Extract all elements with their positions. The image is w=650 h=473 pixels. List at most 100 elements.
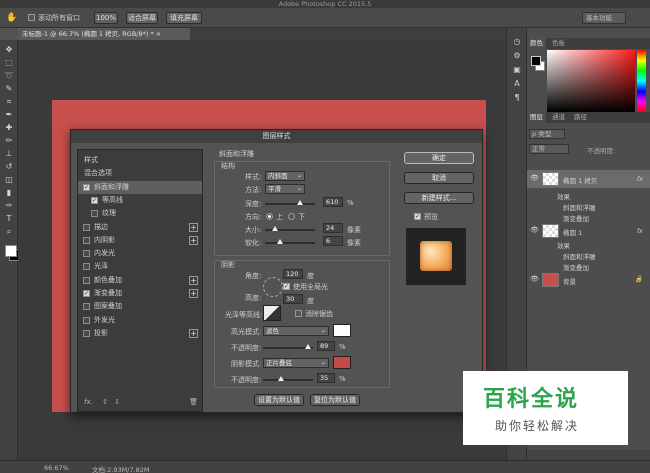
shadow-color-swatch[interactable] <box>333 356 351 369</box>
gradient-tool-icon[interactable]: ▮ <box>3 187 15 198</box>
fit-screen-button[interactable]: 适合屏幕 <box>126 12 158 24</box>
cancel-button[interactable]: 取消 <box>404 172 474 184</box>
highlight-mode-select[interactable]: 滤色 ⌄ <box>263 326 329 336</box>
style-checkbox[interactable] <box>83 276 90 284</box>
visibility-eye-icon[interactable]: 👁 <box>530 174 539 182</box>
tab-swatches[interactable]: 色板 <box>549 38 568 49</box>
lasso-tool-icon[interactable]: ➰ <box>3 70 15 81</box>
style-list-item[interactable]: 内阴影 + <box>78 234 202 247</box>
style-list-item[interactable]: 纹理 <box>78 207 202 220</box>
color-fg-swatch[interactable] <box>531 56 541 66</box>
character-icon[interactable]: A <box>511 78 523 89</box>
visibility-eye-icon[interactable]: 👁 <box>530 226 539 234</box>
fx-icon[interactable]: fx <box>637 227 643 235</box>
history-icon[interactable]: ◷ <box>511 36 523 47</box>
libraries-icon[interactable]: ▣ <box>511 64 523 75</box>
stamp-tool-icon[interactable]: ⊥ <box>3 148 15 159</box>
tab-color[interactable]: 颜色 <box>527 38 546 49</box>
quick-select-icon[interactable]: ✎ <box>3 83 15 94</box>
style-checkbox[interactable] <box>83 223 90 231</box>
angle-dial[interactable] <box>263 277 283 297</box>
marquee-tool-icon[interactable]: ⬚ <box>3 57 15 68</box>
shadow-opacity-input[interactable]: 35 <box>317 373 335 383</box>
add-effect-icon[interactable]: + <box>189 275 198 285</box>
add-effect-icon[interactable]: + <box>189 328 198 338</box>
healing-brush-icon[interactable]: ✚ <box>3 122 15 133</box>
layer-ellipse-copy[interactable]: 👁 椭圆 1 拷贝 fx <box>527 170 650 188</box>
type-tool-icon[interactable]: T <box>3 213 15 224</box>
shadow-opacity-slider[interactable] <box>263 376 313 381</box>
style-checkbox[interactable]: ✓ <box>91 196 98 204</box>
preview-checkbox[interactable]: ✓ <box>414 213 421 220</box>
size-input[interactable]: 24 <box>323 223 343 233</box>
highlight-opacity-knob[interactable] <box>304 344 311 349</box>
tab-channels[interactable]: 通道 <box>549 112 568 123</box>
altitude-input[interactable]: 30 <box>283 294 303 304</box>
style-checkbox[interactable] <box>83 316 90 324</box>
angle-input[interactable]: 120 <box>283 269 303 279</box>
style-list-item[interactable]: 混合选项 <box>78 167 202 180</box>
style-checkbox[interactable] <box>83 263 90 271</box>
move-down-icon[interactable]: ⇩ <box>114 398 120 406</box>
style-checkbox[interactable] <box>83 329 90 337</box>
direction-down-radio[interactable] <box>288 213 295 220</box>
style-checkbox[interactable] <box>91 210 98 218</box>
depth-slider-knob[interactable] <box>297 200 303 205</box>
style-list-item[interactable]: 内发光 <box>78 247 202 260</box>
add-effect-icon[interactable]: + <box>189 222 198 232</box>
add-effect-icon[interactable]: + <box>189 235 198 245</box>
bevel-style-select[interactable]: 内斜面 ⌄ <box>265 171 305 181</box>
style-list-item[interactable]: 投影 + <box>78 327 202 340</box>
document-tab[interactable]: 未标题-1 @ 66.7% (椭圆 1 拷贝, RGB/8*) * × <box>18 28 190 40</box>
tab-layers[interactable]: 图层 <box>527 112 546 123</box>
size-slider-knob[interactable] <box>272 226 278 231</box>
zoom-100-button[interactable]: 100% <box>94 12 118 24</box>
history-brush-icon[interactable]: ↺ <box>3 161 15 172</box>
style-list-item[interactable]: 图案叠加 <box>78 300 202 313</box>
pen-tool-icon[interactable]: ✑ <box>3 200 15 211</box>
technique-select[interactable]: 平滑 ⌄ <box>265 184 305 194</box>
layer-kind-filter[interactable]: ρ 类型 <box>529 129 565 139</box>
highlight-opacity-input[interactable]: 89 <box>317 341 335 351</box>
depth-slider[interactable] <box>265 200 315 205</box>
crop-tool-icon[interactable]: ⌗ <box>3 96 15 107</box>
color-field[interactable] <box>547 50 635 112</box>
highlight-opacity-slider[interactable] <box>263 344 313 349</box>
add-effect-icon[interactable]: + <box>189 289 198 298</box>
shadow-mode-select[interactable]: 正片叠底 ⌄ <box>263 358 329 368</box>
anti-alias-checkbox[interactable] <box>295 310 302 317</box>
style-list-item[interactable]: ✓ 斜面和浮雕 <box>78 180 202 194</box>
blend-mode-select[interactable]: 正常 <box>529 144 569 154</box>
eyedropper-icon[interactable]: ✒ <box>3 109 15 120</box>
new-style-button[interactable]: 新建样式... <box>404 192 474 204</box>
foreground-color-swatch[interactable] <box>5 245 17 257</box>
layer-ellipse[interactable]: 👁 椭圆 1 fx <box>527 222 650 240</box>
style-list-item[interactable]: 光泽 <box>78 260 202 273</box>
move-tool-icon[interactable]: ✥ <box>3 44 15 55</box>
reset-default-button[interactable]: 复位为默认值 <box>310 394 360 406</box>
zoom-tool-icon[interactable]: ⌕ <box>3 226 15 237</box>
visibility-eye-icon[interactable]: 👁 <box>530 275 539 283</box>
size-slider[interactable] <box>265 226 315 231</box>
ok-button[interactable]: 确定 <box>404 152 474 164</box>
hue-slider[interactable] <box>637 50 646 112</box>
trash-icon[interactable]: 🗑 <box>189 398 198 406</box>
fx-icon[interactable]: fx <box>637 175 643 183</box>
soften-slider[interactable] <box>265 239 315 244</box>
tab-paths[interactable]: 路径 <box>571 112 590 123</box>
scroll-all-checkbox[interactable] <box>28 14 35 21</box>
brush-tool-icon[interactable]: ✏ <box>3 135 15 146</box>
soften-input[interactable]: 6 <box>323 236 343 246</box>
status-doc-info[interactable]: 文档:2.93M/7.82M <box>92 464 150 473</box>
style-list-item[interactable]: 颜色叠加 + <box>78 274 202 287</box>
style-list-item[interactable]: 描边 + <box>78 221 202 234</box>
style-checkbox[interactable] <box>83 250 90 258</box>
style-list-item[interactable]: ✓ 等高线 <box>78 194 202 207</box>
paragraph-icon[interactable]: ¶ <box>511 92 523 103</box>
direction-up-radio[interactable] <box>266 213 273 220</box>
make-default-button[interactable]: 设置为默认值 <box>254 394 304 406</box>
workspace-select[interactable]: 基本功能 <box>582 12 626 24</box>
effect-bevel[interactable]: 斜面和浮雕 <box>563 202 596 212</box>
gloss-contour-picker[interactable] <box>263 305 281 321</box>
properties-icon[interactable]: ⚙ <box>511 50 523 61</box>
